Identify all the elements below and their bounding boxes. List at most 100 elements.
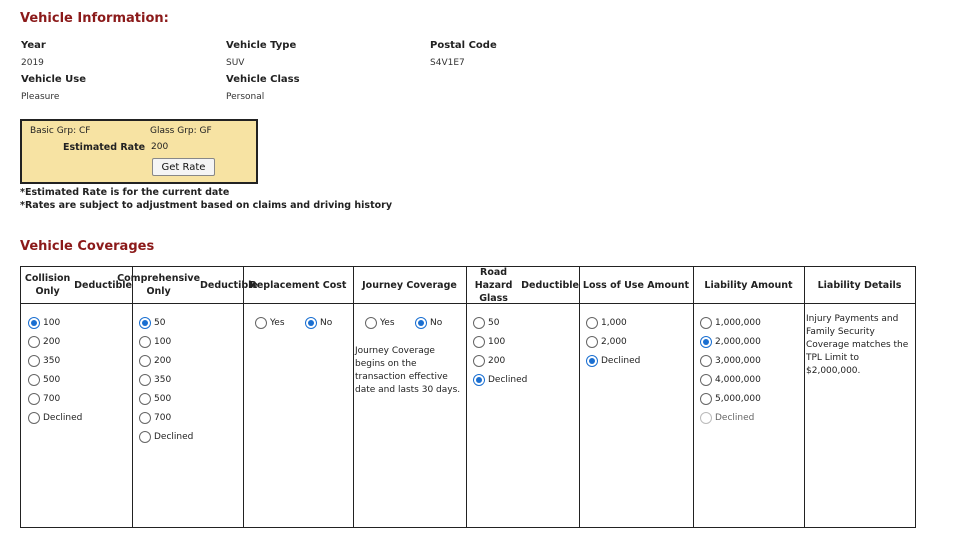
option-journey-no[interactable]: No bbox=[415, 317, 442, 329]
option-collision-350[interactable]: 350 bbox=[28, 355, 60, 367]
radio-button[interactable] bbox=[28, 336, 40, 348]
option-comprehensive-declined[interactable]: Declined bbox=[139, 431, 193, 443]
header-collision: Collision Only Deductible bbox=[24, 273, 132, 297]
radio-button[interactable] bbox=[700, 393, 712, 405]
year-label: Year bbox=[21, 40, 46, 51]
option-comprehensive-200[interactable]: 200 bbox=[139, 355, 171, 367]
option-road-hazard-glass-50[interactable]: 50 bbox=[473, 317, 499, 329]
option-loss-of-use-1000[interactable]: 1,000 bbox=[586, 317, 627, 329]
option-collision-500[interactable]: 500 bbox=[28, 374, 60, 386]
radio-button[interactable] bbox=[139, 336, 151, 348]
option-label: 500 bbox=[154, 394, 172, 404]
postal-code-label: Postal Code bbox=[430, 40, 497, 51]
option-collision-200[interactable]: 200 bbox=[28, 336, 60, 348]
option-label: 3,000,000 bbox=[715, 356, 761, 366]
radio-button[interactable] bbox=[586, 336, 598, 348]
option-label: Declined bbox=[601, 356, 641, 366]
option-liability-amount-declined: Declined bbox=[700, 412, 754, 424]
coverages-table: Collision Only Deductible 100 200 350 500 700 D… bbox=[20, 266, 916, 528]
option-label: 100 bbox=[154, 337, 172, 347]
postal-code-value: S4V1E7 bbox=[430, 58, 465, 68]
option-comprehensive-350[interactable]: 350 bbox=[139, 374, 171, 386]
option-comprehensive-100[interactable]: 100 bbox=[139, 336, 171, 348]
option-road-hazard-glass-declined[interactable]: Declined bbox=[473, 374, 527, 386]
header-replacement-cost: Replacement Cost bbox=[249, 279, 347, 291]
radio-button[interactable] bbox=[700, 317, 712, 329]
option-label: 2,000 bbox=[601, 337, 627, 347]
glass-group: Glass Grp: GF bbox=[150, 126, 212, 136]
option-label: 50 bbox=[154, 318, 166, 328]
radio-button[interactable] bbox=[473, 336, 485, 348]
option-label: 100 bbox=[43, 318, 61, 328]
radio-button[interactable] bbox=[28, 374, 40, 386]
radio-button[interactable] bbox=[586, 355, 598, 367]
option-loss-of-use-declined[interactable]: Declined bbox=[586, 355, 640, 367]
radio-button[interactable] bbox=[139, 431, 151, 443]
option-liability-amount-5000000[interactable]: 5,000,000 bbox=[700, 393, 761, 405]
vehicle-info-title: Vehicle Information: bbox=[20, 11, 169, 26]
radio-button[interactable] bbox=[139, 412, 151, 424]
radio-button[interactable] bbox=[305, 317, 317, 329]
vehicle-type-value: SUV bbox=[226, 58, 245, 68]
option-liability-amount-2000000[interactable]: 2,000,000 bbox=[700, 336, 761, 348]
estimated-rate-value: 200 bbox=[151, 142, 169, 152]
basic-group: Basic Grp: CF bbox=[30, 126, 91, 136]
option-label: Yes bbox=[270, 318, 285, 328]
radio-button[interactable] bbox=[28, 355, 40, 367]
option-label: 1,000 bbox=[601, 318, 627, 328]
option-replacement-cost-yes[interactable]: Yes bbox=[255, 317, 285, 329]
vehicle-use-value: Pleasure bbox=[21, 92, 60, 102]
rate-note-current-date: *Estimated Rate is for the current date bbox=[20, 187, 230, 198]
radio-button[interactable] bbox=[139, 393, 151, 405]
radio-button[interactable] bbox=[586, 317, 598, 329]
option-label: Declined bbox=[154, 432, 194, 442]
option-collision-declined[interactable]: Declined bbox=[28, 412, 82, 424]
radio-button[interactable] bbox=[139, 317, 151, 329]
radio-button[interactable] bbox=[28, 412, 40, 424]
option-comprehensive-50[interactable]: 50 bbox=[139, 317, 165, 329]
estimated-rate-panel: Basic Grp: CF Glass Grp: GF Estimated Ra… bbox=[20, 119, 258, 184]
vehicle-type-label: Vehicle Type bbox=[226, 40, 297, 51]
option-liability-amount-1000000[interactable]: 1,000,000 bbox=[700, 317, 761, 329]
description-liability-details: Injury Payments and Family Security Covera… bbox=[806, 314, 909, 376]
radio-button[interactable] bbox=[365, 317, 377, 329]
get-rate-button[interactable]: Get Rate bbox=[152, 158, 215, 176]
option-replacement-cost-no[interactable]: No bbox=[305, 317, 332, 329]
vehicle-coverages-title: Vehicle Coverages bbox=[20, 239, 155, 254]
option-label: 50 bbox=[488, 318, 500, 328]
option-liability-amount-3000000[interactable]: 3,000,000 bbox=[700, 355, 761, 367]
radio-button[interactable] bbox=[473, 317, 485, 329]
option-collision-100[interactable]: 100 bbox=[28, 317, 60, 329]
option-label: 200 bbox=[488, 356, 506, 366]
option-label: No bbox=[320, 318, 333, 328]
option-label: 100 bbox=[488, 337, 506, 347]
option-label: No bbox=[430, 318, 443, 328]
option-label: Declined bbox=[488, 375, 528, 385]
radio-button[interactable] bbox=[700, 355, 712, 367]
option-label: Declined bbox=[43, 413, 83, 423]
vehicle-use-label: Vehicle Use bbox=[21, 74, 86, 85]
header-loss-of-use: Loss of Use Amount bbox=[582, 279, 690, 291]
option-comprehensive-700[interactable]: 700 bbox=[139, 412, 171, 424]
radio-button[interactable] bbox=[415, 317, 427, 329]
radio-button[interactable] bbox=[255, 317, 267, 329]
option-road-hazard-glass-100[interactable]: 100 bbox=[473, 336, 505, 348]
year-value: 2019 bbox=[21, 58, 44, 68]
option-road-hazard-glass-200[interactable]: 200 bbox=[473, 355, 505, 367]
option-journey-yes[interactable]: Yes bbox=[365, 317, 395, 329]
radio-button[interactable] bbox=[139, 374, 151, 386]
radio-button[interactable] bbox=[700, 336, 712, 348]
option-loss-of-use-2000[interactable]: 2,000 bbox=[586, 336, 627, 348]
radio-button[interactable] bbox=[700, 374, 712, 386]
radio-button[interactable] bbox=[473, 355, 485, 367]
option-label: 200 bbox=[154, 356, 172, 366]
radio-button[interactable] bbox=[28, 393, 40, 405]
radio-button[interactable] bbox=[139, 355, 151, 367]
radio-button[interactable] bbox=[473, 374, 485, 386]
option-liability-amount-4000000[interactable]: 4,000,000 bbox=[700, 374, 761, 386]
option-comprehensive-500[interactable]: 500 bbox=[139, 393, 171, 405]
option-label: 350 bbox=[43, 356, 61, 366]
option-collision-700[interactable]: 700 bbox=[28, 393, 60, 405]
radio-button[interactable] bbox=[28, 317, 40, 329]
option-label: 700 bbox=[154, 413, 172, 423]
